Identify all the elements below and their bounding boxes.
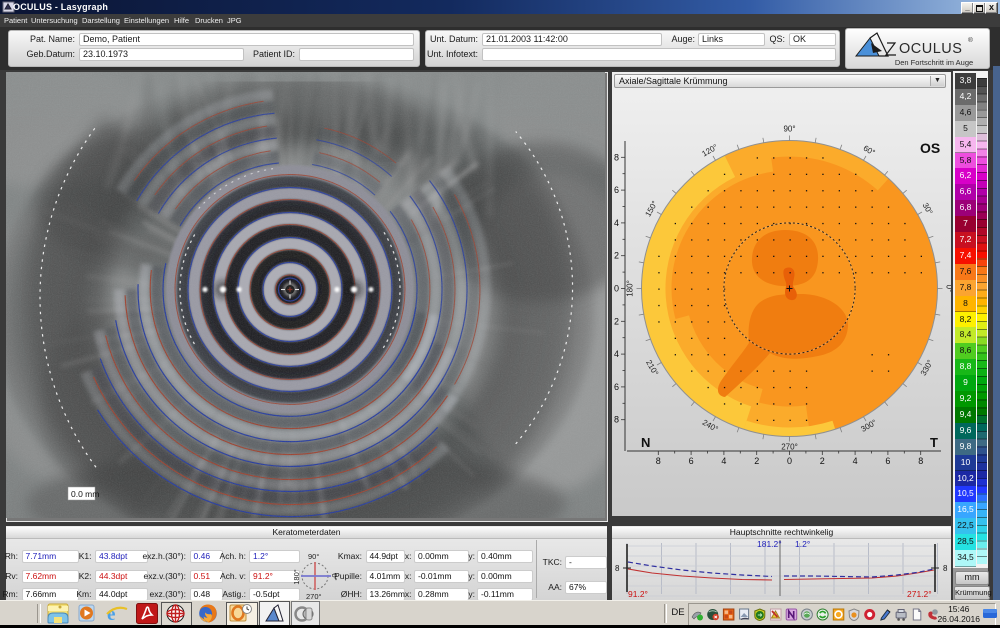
svg-text:2: 2 — [820, 456, 825, 466]
svg-text:4: 4 — [614, 349, 619, 359]
svg-text:180°: 180° — [293, 569, 301, 585]
svg-text:8: 8 — [943, 564, 948, 573]
svg-text:270°: 270° — [781, 443, 798, 452]
svg-text:2: 2 — [614, 316, 619, 326]
svg-text:181.2°: 181.2° — [757, 539, 782, 549]
svg-text:0.0 mm: 0.0 mm — [71, 489, 99, 499]
svg-text:6: 6 — [614, 382, 619, 392]
svg-text:2: 2 — [614, 251, 619, 261]
svg-text:T: T — [930, 435, 938, 450]
svg-text:8: 8 — [615, 564, 620, 573]
svg-text:0: 0 — [787, 456, 792, 466]
svg-text:1.2°: 1.2° — [795, 539, 810, 549]
svg-text:0°: 0° — [330, 573, 337, 580]
svg-text:271.2°: 271.2° — [907, 589, 932, 599]
svg-text:8: 8 — [614, 415, 619, 425]
svg-text:0°: 0° — [944, 285, 951, 293]
svg-text:Den Fortschritt im Auge: Den Fortschritt im Auge — [895, 58, 973, 67]
svg-text:0: 0 — [614, 284, 619, 294]
svg-text:8: 8 — [918, 456, 923, 466]
svg-text:4: 4 — [614, 218, 619, 228]
svg-text:8: 8 — [656, 456, 661, 466]
svg-text:90°: 90° — [783, 125, 795, 134]
svg-text:180°: 180° — [626, 280, 635, 297]
svg-text:6: 6 — [885, 456, 890, 466]
svg-text:4: 4 — [853, 456, 858, 466]
svg-text:2: 2 — [754, 456, 759, 466]
svg-text:6: 6 — [614, 185, 619, 195]
svg-text:90°: 90° — [308, 552, 319, 561]
svg-text:OS: OS — [920, 140, 940, 156]
svg-text:91.2°: 91.2° — [628, 589, 648, 599]
svg-text:6: 6 — [689, 456, 694, 466]
svg-text:OCULUS: OCULUS — [899, 41, 962, 57]
svg-text:N: N — [641, 435, 650, 450]
svg-text:4: 4 — [721, 456, 726, 466]
svg-text:8: 8 — [614, 152, 619, 162]
svg-text:®: ® — [968, 36, 973, 44]
